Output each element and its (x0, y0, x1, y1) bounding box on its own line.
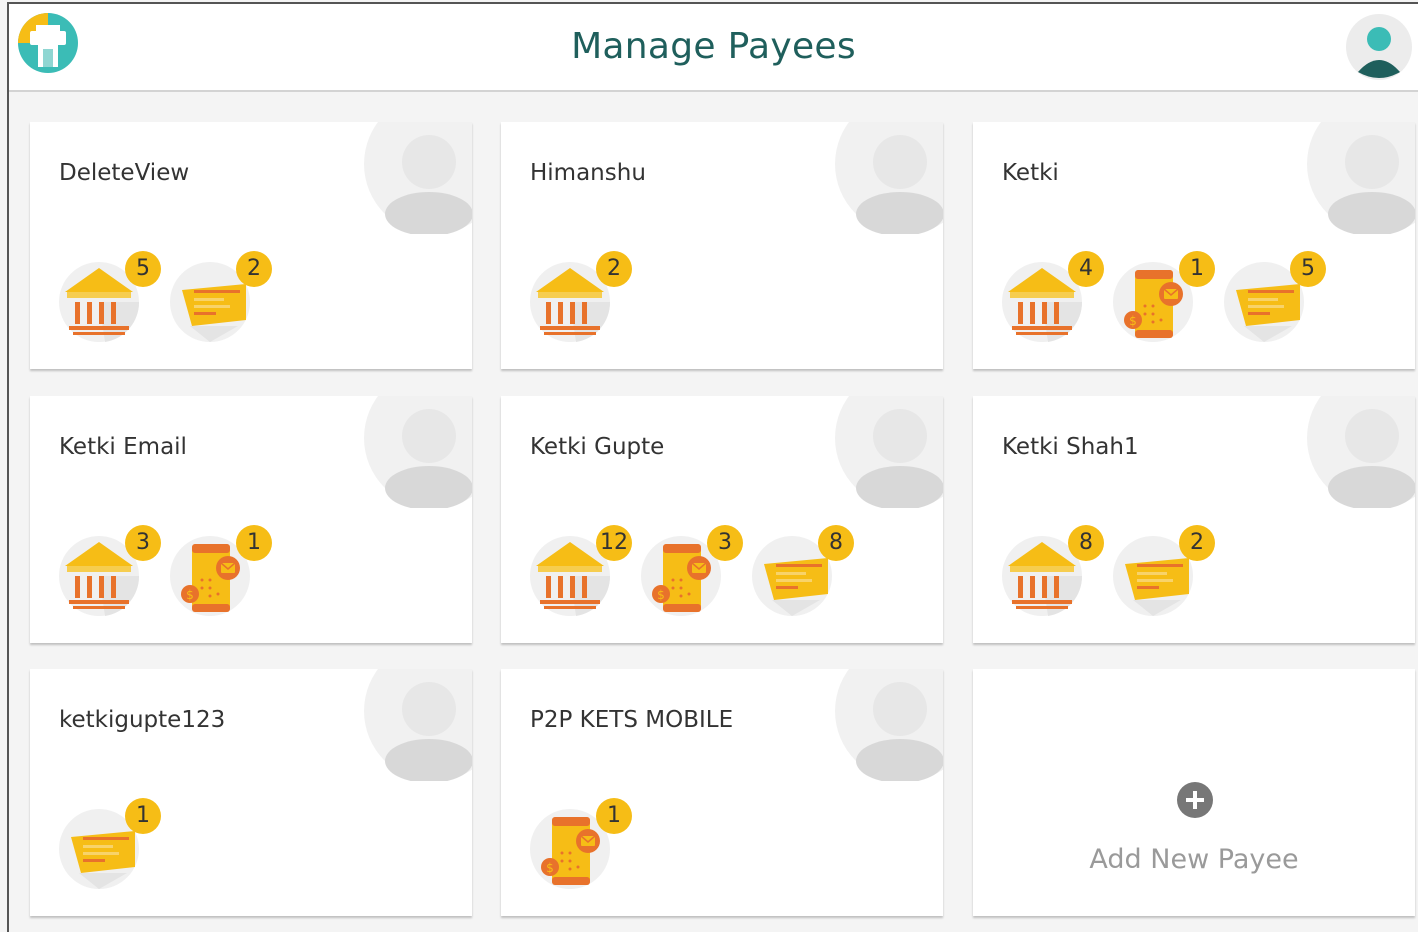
plus-circle-icon (1177, 782, 1213, 818)
avatar-placeholder-icon (833, 122, 943, 236)
count-badge: 8 (818, 525, 854, 561)
payee-name: Ketki Shah1 (1002, 434, 1139, 460)
count-badge: 5 (125, 251, 161, 287)
add-new-payee-card[interactable]: Add New Payee (973, 669, 1415, 916)
card-icon: 2 (1111, 525, 1215, 620)
avatar-placeholder-icon (1305, 122, 1415, 236)
svg-text:$: $ (657, 588, 665, 602)
count-badge: 2 (596, 251, 632, 287)
card-icon: 2 (168, 251, 272, 346)
count-badge: 3 (125, 525, 161, 561)
count-badge: 1 (1179, 251, 1215, 287)
page-title: Manage Payees (571, 26, 856, 67)
count-badge: 1 (236, 525, 272, 561)
mobile-payment-icon: $1 (168, 525, 272, 620)
svg-text:$: $ (546, 861, 554, 875)
payee-card[interactable]: Ketki Shah1 8 2 (973, 396, 1415, 643)
count-badge: 5 (1290, 251, 1326, 287)
mobile-payment-icon: $1 (1111, 251, 1215, 346)
avatar-placeholder-icon (1305, 396, 1415, 510)
payee-name: Ketki Email (59, 434, 187, 460)
card-icon: 8 (750, 525, 854, 620)
card-icon: 5 (1222, 251, 1326, 346)
payee-name: ketkigupte123 (59, 707, 226, 733)
count-badge: 3 (707, 525, 743, 561)
count-badge: 1 (125, 798, 161, 834)
avatar-placeholder-icon (362, 396, 472, 510)
user-avatar-icon[interactable] (1346, 14, 1412, 80)
payee-card[interactable]: ketkigupte123 1 (30, 669, 472, 916)
count-badge: 2 (236, 251, 272, 287)
count-badge: 2 (1179, 525, 1215, 561)
count-badge: 1 (596, 798, 632, 834)
svg-text:$: $ (186, 588, 194, 602)
avatar-placeholder-icon (833, 396, 943, 510)
avatar-placeholder-icon (833, 669, 943, 783)
bank-icon: 12 (528, 525, 632, 620)
count-badge: 12 (596, 525, 632, 561)
avatar-placeholder-icon (362, 122, 472, 236)
payee-name: Ketki Gupte (530, 434, 665, 460)
app-header: Manage Payees (9, 4, 1418, 92)
payee-card[interactable]: DeleteView 5 2 (30, 122, 472, 369)
payee-name: Himanshu (530, 160, 646, 186)
svg-text:$: $ (1129, 314, 1137, 328)
card-icon: 1 (57, 798, 161, 893)
avatar-placeholder-icon (362, 669, 472, 783)
add-new-payee-label: Add New Payee (1089, 844, 1299, 875)
payee-card[interactable]: Himanshu 2 (501, 122, 943, 369)
payee-card[interactable]: Ketki 4 $1 5 (973, 122, 1415, 369)
count-badge: 8 (1068, 525, 1104, 561)
payee-name: DeleteView (59, 160, 190, 186)
bank-icon: 5 (57, 251, 161, 346)
bank-icon: 4 (1000, 251, 1104, 346)
bank-icon: 2 (528, 251, 632, 346)
payee-card[interactable]: Ketki Gupte 12 $3 8 (501, 396, 943, 643)
mobile-payment-icon: $1 (528, 798, 632, 893)
payee-name: P2P KETS MOBILE (530, 707, 734, 733)
bank-icon: 3 (57, 525, 161, 620)
payee-card[interactable]: P2P KETS MOBILE $1 (501, 669, 943, 916)
mobile-payment-icon: $3 (639, 525, 743, 620)
bank-icon: 8 (1000, 525, 1104, 620)
count-badge: 4 (1068, 251, 1104, 287)
payee-name: Ketki (1002, 160, 1059, 186)
payee-card[interactable]: Ketki Email 3 $1 (30, 396, 472, 643)
